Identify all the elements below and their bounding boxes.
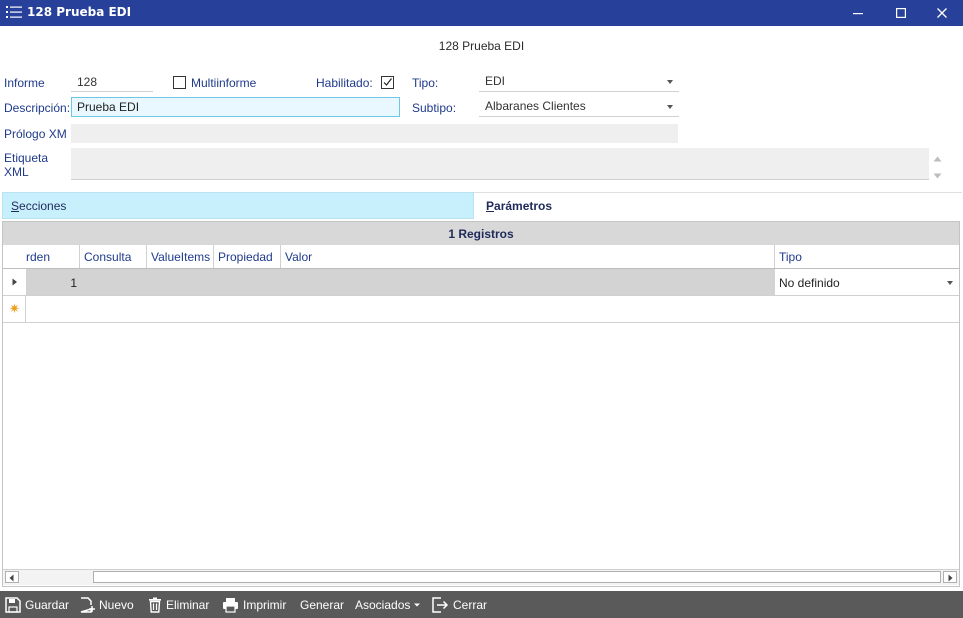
chevron-down-icon: [414, 603, 421, 607]
new-row-icon: ✷: [9, 301, 20, 316]
tab-secciones-label: Secciones: [11, 199, 67, 213]
eliminar-label: Eliminar: [166, 598, 210, 612]
habilitado-label: Habilitado:: [316, 76, 373, 90]
scroll-down-icon[interactable]: [933, 168, 942, 182]
scroll-left-icon: [9, 574, 14, 582]
scrollbar-thumb[interactable]: [93, 571, 941, 583]
current-row-icon: [12, 278, 17, 286]
maximize-button[interactable]: [880, 0, 922, 26]
scroll-right-icon: [948, 574, 953, 582]
row-divider: [3, 322, 959, 323]
eliminar-button[interactable]: Eliminar: [148, 596, 209, 614]
table-row[interactable]: [26, 269, 775, 295]
scroll-up-icon[interactable]: [933, 151, 942, 165]
subtipo-select[interactable]: Albaranes Clientes: [479, 97, 679, 117]
informe-label: Informe: [4, 76, 45, 90]
cerrar-label: Cerrar: [453, 598, 488, 612]
informe-field[interactable]: 128: [71, 73, 153, 92]
grid-record-count: 1 Registros: [3, 222, 959, 245]
window-title: 128 Prueba EDI: [27, 5, 132, 19]
generar-label: Generar: [300, 598, 345, 612]
cell-tipo-select[interactable]: No definido: [775, 269, 959, 295]
etiqueta-label-xml: XML: [4, 165, 29, 179]
column-header-orden[interactable]: rden: [22, 245, 80, 268]
row-selector[interactable]: [3, 269, 26, 295]
check-icon: [383, 78, 392, 86]
bottom-toolbar: Guardar Nuevo Eliminar Imprimir Generar …: [0, 591, 963, 618]
multiinforme-checkbox[interactable]: [173, 76, 186, 89]
scroll-left-button[interactable]: [5, 571, 19, 583]
prologo-input[interactable]: [71, 124, 678, 143]
close-icon: [937, 8, 947, 18]
column-header-consulta[interactable]: Consulta: [80, 245, 147, 268]
tipo-select[interactable]: EDI: [479, 72, 679, 92]
new-document-icon: [80, 597, 95, 613]
chevron-down-icon: [947, 281, 953, 285]
asociados-label: Asociados: [355, 598, 411, 612]
scroll-right-button[interactable]: [943, 571, 957, 583]
exit-icon: [432, 597, 449, 613]
column-header-valueitems[interactable]: ValueItems: [147, 245, 214, 268]
subtipo-label: Subtipo:: [412, 101, 457, 115]
column-header-tipo[interactable]: Tipo: [775, 245, 959, 268]
imprimir-label: Imprimir: [243, 598, 287, 612]
cerrar-button[interactable]: Cerrar: [432, 596, 487, 614]
habilitado-checkbox[interactable]: [381, 76, 394, 89]
trash-icon: [149, 597, 161, 613]
guardar-label: Guardar: [25, 598, 70, 612]
tab-secciones[interactable]: Secciones: [2, 192, 474, 219]
prologo-label: Prólogo XM: [4, 127, 67, 141]
title-bar: 128 Prueba EDI: [0, 0, 963, 26]
subtipo-value: Albaranes Clientes: [485, 99, 586, 113]
minimize-button[interactable]: [837, 0, 879, 26]
tab-parametros[interactable]: Parámetros: [474, 192, 962, 219]
descripcion-input[interactable]: Prueba EDI: [71, 97, 400, 117]
etiqueta-label: Etiqueta: [4, 151, 49, 165]
column-header-valor[interactable]: Valor: [281, 245, 775, 268]
menu-icon[interactable]: [6, 5, 22, 19]
maximize-icon: [896, 8, 906, 18]
nuevo-button[interactable]: Nuevo: [79, 596, 134, 614]
imprimir-button[interactable]: Imprimir: [222, 596, 286, 614]
etiqueta-textarea[interactable]: [71, 148, 929, 180]
tipo-label: Tipo:: [412, 76, 439, 90]
asociados-dropdown[interactable]: Asociados: [355, 596, 425, 614]
cell-orden[interactable]: 1: [26, 276, 77, 290]
form-heading: 128 Prueba EDI: [438, 39, 525, 53]
chevron-down-icon: [667, 105, 673, 109]
guardar-button[interactable]: Guardar: [5, 596, 69, 614]
column-header-propiedad[interactable]: Propiedad: [214, 245, 281, 268]
tipo-value: EDI: [485, 74, 506, 88]
descripcion-label: Descripción:: [4, 101, 71, 115]
nuevo-label: Nuevo: [99, 598, 134, 612]
cell-tipo-value: No definido: [779, 276, 840, 290]
tab-parametros-label: Parámetros: [486, 199, 553, 213]
close-button[interactable]: [921, 0, 963, 26]
generar-button[interactable]: Generar: [300, 596, 344, 614]
multiinforme-label: Multiinforme: [191, 76, 257, 90]
chevron-down-icon: [667, 80, 673, 84]
minimize-icon: [853, 13, 863, 15]
printer-icon: [223, 598, 238, 613]
new-row[interactable]: [25, 296, 959, 322]
save-icon: [5, 597, 21, 613]
